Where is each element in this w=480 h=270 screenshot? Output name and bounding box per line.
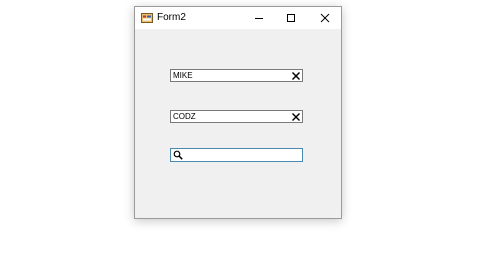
search-icon xyxy=(173,150,183,160)
name-value: MIKE xyxy=(173,71,193,80)
maximize-icon xyxy=(287,14,295,22)
window-title: Form2 xyxy=(157,12,186,23)
code-value: CODZ xyxy=(173,112,196,121)
clear-code-button[interactable] xyxy=(290,111,301,122)
search-box[interactable] xyxy=(170,148,303,162)
clear-x-icon xyxy=(291,112,300,121)
app-icon xyxy=(141,13,153,23)
maximize-button[interactable] xyxy=(275,7,307,29)
clear-name-button[interactable] xyxy=(290,70,301,81)
search-input[interactable] xyxy=(184,149,299,161)
form2-window: Form2 MIKE CODZ xyxy=(134,6,342,219)
title-bar[interactable]: Form2 xyxy=(135,7,341,29)
minimize-icon xyxy=(255,18,263,19)
minimize-button[interactable] xyxy=(243,7,275,29)
close-button[interactable] xyxy=(309,7,341,29)
code-textbox[interactable]: CODZ xyxy=(170,110,303,123)
close-icon xyxy=(320,13,330,23)
clear-x-icon xyxy=(291,71,300,80)
name-textbox[interactable]: MIKE xyxy=(170,69,303,82)
